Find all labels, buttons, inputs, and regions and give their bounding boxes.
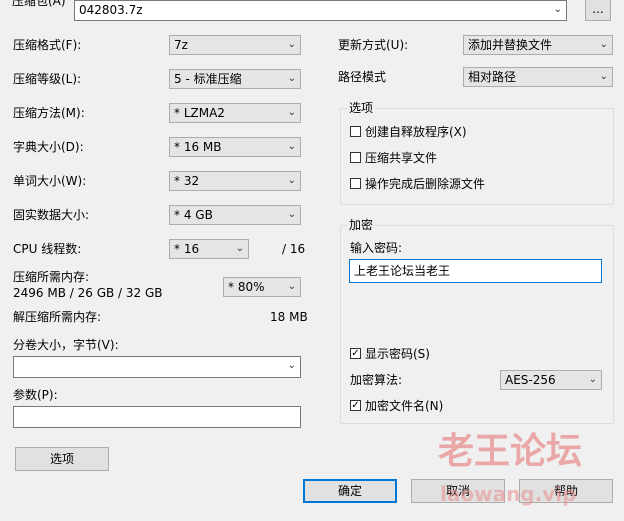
format-label: 压缩格式(F): bbox=[13, 38, 82, 52]
format-select[interactable]: 7z ⌄ bbox=[169, 35, 301, 55]
options-button[interactable]: 选项 bbox=[15, 447, 109, 471]
solid-label: 固实数据大小: bbox=[13, 208, 90, 222]
encrypt-names-checkbox[interactable]: ✓ bbox=[350, 400, 361, 411]
archive-path-combo[interactable]: 042803.7z ⌄ bbox=[74, 0, 567, 21]
chevron-down-icon: ⌄ bbox=[287, 39, 296, 50]
solid-value: * 4 GB bbox=[174, 208, 213, 222]
level-label: 压缩等级(L): bbox=[13, 72, 82, 86]
chevron-down-icon: ⌄ bbox=[287, 209, 296, 220]
chevron-down-icon: ⌄ bbox=[553, 4, 562, 15]
path-label: 路径模式 bbox=[338, 70, 387, 84]
params-input[interactable] bbox=[13, 406, 301, 428]
cpu-select[interactable]: * 16 ⌄ bbox=[169, 239, 249, 259]
method-select[interactable]: * LZMA2 ⌄ bbox=[169, 103, 301, 123]
mem-value: * 80% bbox=[228, 280, 265, 294]
chevron-down-icon: ⌄ bbox=[588, 374, 597, 385]
chevron-down-icon: ⌄ bbox=[287, 281, 296, 292]
archive-label: 压缩包(A) bbox=[12, 0, 66, 8]
encrypt-names-label: 加密文件名(N) bbox=[365, 399, 444, 413]
watermark-url: laowang.vip bbox=[440, 482, 577, 506]
sfx-label: 创建自释放程序(X) bbox=[365, 125, 467, 139]
sfx-checkbox[interactable] bbox=[350, 126, 361, 137]
split-combo[interactable]: ⌄ bbox=[13, 356, 301, 378]
show-password-label: 显示密码(S) bbox=[365, 347, 430, 361]
show-password-checkbox[interactable]: ✓ bbox=[350, 348, 361, 359]
method-label: 压缩方法(M): bbox=[13, 106, 85, 120]
password-label: 输入密码: bbox=[350, 241, 403, 255]
cpu-label: CPU 线程数: bbox=[13, 242, 82, 256]
delete-checkbox[interactable] bbox=[350, 178, 361, 189]
browse-button[interactable]: ... bbox=[585, 0, 611, 21]
chevron-down-icon: ⌄ bbox=[287, 107, 296, 118]
params-label: 参数(P): bbox=[13, 388, 58, 402]
password-input[interactable]: 上老王论坛当老王 bbox=[349, 259, 602, 283]
level-value: 5 - 标准压缩 bbox=[174, 72, 242, 86]
level-select[interactable]: 5 - 标准压缩 ⌄ bbox=[169, 69, 301, 89]
mem-detail: 2496 MB / 26 GB / 32 GB bbox=[13, 286, 163, 300]
chevron-down-icon: ⌄ bbox=[287, 141, 296, 152]
algo-value: AES-256 bbox=[505, 373, 556, 387]
update-label: 更新方式(U): bbox=[338, 38, 409, 52]
algo-label: 加密算法: bbox=[350, 373, 403, 387]
chevron-down-icon: ⌄ bbox=[287, 175, 296, 186]
decomp-label: 解压缩所需内存: bbox=[13, 310, 102, 324]
ok-button[interactable]: 确定 bbox=[303, 479, 397, 503]
word-select[interactable]: * 32 ⌄ bbox=[169, 171, 301, 191]
algo-select[interactable]: AES-256 ⌄ bbox=[500, 370, 602, 390]
archive-filename: 042803.7z bbox=[79, 3, 143, 17]
encrypt-group-title: 加密 bbox=[347, 217, 376, 233]
watermark-cn: 老王论坛 bbox=[438, 431, 583, 472]
chevron-down-icon: ⌄ bbox=[287, 360, 296, 371]
chevron-down-icon: ⌄ bbox=[599, 39, 608, 50]
dict-label: 字典大小(D): bbox=[13, 140, 84, 154]
options-group-title: 选项 bbox=[347, 100, 376, 116]
chevron-down-icon: ⌄ bbox=[287, 73, 296, 84]
word-label: 单词大小(W): bbox=[13, 174, 87, 188]
format-value: 7z bbox=[174, 38, 188, 52]
mem-label: 压缩所需内存: bbox=[13, 270, 90, 284]
update-select[interactable]: 添加并替换文件 ⌄ bbox=[463, 35, 613, 55]
dict-value: * 16 MB bbox=[174, 140, 222, 154]
solid-select[interactable]: * 4 GB ⌄ bbox=[169, 205, 301, 225]
shared-checkbox[interactable] bbox=[350, 152, 361, 163]
path-select[interactable]: 相对路径 ⌄ bbox=[463, 67, 613, 87]
delete-label: 操作完成后删除源文件 bbox=[365, 177, 486, 191]
password-value: 上老王论坛当老王 bbox=[354, 264, 451, 278]
cpu-value: * 16 bbox=[174, 242, 200, 256]
dict-select[interactable]: * 16 MB ⌄ bbox=[169, 137, 301, 157]
shared-label: 压缩共享文件 bbox=[365, 151, 438, 165]
chevron-down-icon: ⌄ bbox=[599, 71, 608, 82]
method-value: * LZMA2 bbox=[174, 106, 225, 120]
chevron-down-icon: ⌄ bbox=[235, 243, 244, 254]
path-value: 相对路径 bbox=[468, 70, 517, 84]
cpu-total: / 16 bbox=[282, 242, 306, 256]
mem-select[interactable]: * 80% ⌄ bbox=[223, 277, 301, 297]
decomp-value: 18 MB bbox=[270, 310, 308, 324]
word-value: * 32 bbox=[174, 174, 200, 188]
split-label: 分卷大小，字节(V): bbox=[13, 338, 119, 352]
update-value: 添加并替换文件 bbox=[468, 38, 553, 52]
